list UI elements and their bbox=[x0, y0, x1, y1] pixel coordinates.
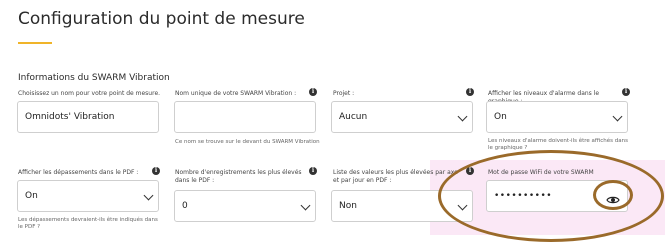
pdf-exceedances-label: Afficher les dépassements dans le PDF : bbox=[18, 169, 139, 176]
pdf-exceedances-help: Les dépassements devraient-ils être indi… bbox=[18, 217, 158, 230]
section-title: Informations du SWARM Vibration bbox=[18, 73, 170, 83]
pdf-exceedances-value: On bbox=[25, 191, 38, 201]
project-value: Aucun bbox=[339, 112, 368, 122]
highest-values-value: Non bbox=[339, 201, 357, 211]
project-info-icon[interactable]: i bbox=[466, 88, 474, 96]
unique-name-help: Ce nom se trouve sur le devant du SWARM … bbox=[175, 139, 320, 145]
pdf-exceedances-select[interactable]: On bbox=[17, 180, 159, 212]
chevron-down-icon bbox=[143, 190, 154, 201]
name-value: Omnidots' Vibration bbox=[25, 112, 115, 122]
unique-name-label: Nom unique de votre SWARM Vibration : bbox=[175, 90, 297, 97]
project-label: Projet : bbox=[333, 90, 355, 97]
highest-records-info-icon[interactable]: i bbox=[309, 167, 317, 175]
highest-records-select[interactable]: 0 bbox=[174, 190, 316, 222]
alarm-levels-info-icon[interactable]: i bbox=[622, 88, 630, 96]
unique-name-input[interactable] bbox=[174, 101, 316, 133]
page-title: Configuration du point de mesure bbox=[18, 9, 305, 29]
title-underline bbox=[18, 42, 52, 44]
project-select[interactable]: Aucun bbox=[331, 101, 473, 133]
alarm-levels-value: On bbox=[494, 112, 507, 122]
name-label: Choisissez un nom pour votre point de me… bbox=[18, 90, 161, 97]
name-input[interactable]: Omnidots' Vibration bbox=[17, 101, 159, 133]
chevron-down-icon bbox=[300, 200, 311, 211]
pdf-exceedances-info-icon[interactable]: i bbox=[152, 167, 160, 175]
unique-name-info-icon[interactable]: i bbox=[309, 88, 317, 96]
highest-records-label: Nombre d'enregistrements les plus élevés… bbox=[175, 169, 302, 184]
chevron-down-icon bbox=[457, 111, 468, 122]
alarm-levels-select[interactable]: On bbox=[486, 101, 628, 133]
chevron-down-icon bbox=[612, 111, 623, 122]
highest-records-value: 0 bbox=[182, 201, 188, 211]
annotation-ring-small bbox=[593, 180, 633, 210]
